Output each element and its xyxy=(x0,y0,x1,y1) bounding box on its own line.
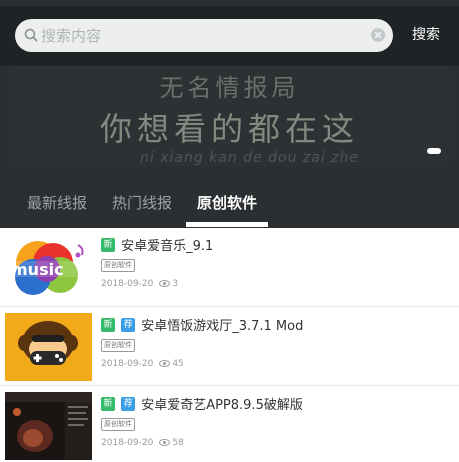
monkey-gamepad-logo-icon xyxy=(5,313,92,381)
item-info: 新 荐 安卓爱奇艺APP8.9.5破解版 原创软件 2018-09-20 58 xyxy=(101,393,303,448)
title-row: 新 荐 安卓悟饭游戏厅_3.7.1 Mod xyxy=(101,314,304,334)
search-bar: 搜索 xyxy=(0,6,459,66)
search-box[interactable] xyxy=(15,19,393,52)
new-badge: 新 xyxy=(101,237,115,252)
tab-indicator xyxy=(186,222,268,227)
item-meta: 2018-09-20 58 xyxy=(101,438,303,448)
header: 搜索 无名情报局 你想看的都在这 ni xiang kan de dou zai… xyxy=(0,0,459,228)
tab-latest[interactable]: 最新线报 xyxy=(27,192,87,213)
banner-page-indicator xyxy=(427,148,441,154)
list-item[interactable]: 新 荐 安卓悟饭游戏厅_3.7.1 Mod 原创软件 2018-09-20 45 xyxy=(0,307,459,386)
banner[interactable]: 无名情报局 你想看的都在这 ni xiang kan de dou zai zh… xyxy=(10,66,449,166)
item-date: 2018-09-20 xyxy=(101,438,154,448)
tab-bar: 最新线报 热门线报 原创软件 xyxy=(0,176,459,228)
eye-icon xyxy=(159,280,171,287)
video-screenshot-icon xyxy=(5,392,92,460)
banner-title: 无名情报局 xyxy=(159,74,300,102)
list-item[interactable]: music 新 安卓爱音乐_9.1 原创软件 2018-09-20 3 xyxy=(0,228,459,307)
eye-icon xyxy=(159,439,171,446)
recommend-badge: 荐 xyxy=(121,396,136,411)
search-input[interactable] xyxy=(41,19,351,52)
item-info: 新 荐 安卓悟饭游戏厅_3.7.1 Mod 原创软件 2018-09-20 45 xyxy=(101,314,303,369)
category-tag: 原创软件 xyxy=(101,418,135,431)
item-views: 3 xyxy=(172,279,179,289)
banner-slogan: 你想看的都在这 xyxy=(99,110,359,148)
recommend-badge: 荐 xyxy=(121,317,136,332)
imusic-logo-icon: music xyxy=(5,233,92,301)
eye-icon xyxy=(159,360,171,367)
item-title: 安卓悟饭游戏厅_3.7.1 Mod xyxy=(141,319,304,334)
new-badge: 新 xyxy=(101,317,115,332)
tab-original-software[interactable]: 原创软件 xyxy=(197,192,257,213)
item-title: 安卓爱音乐_9.1 xyxy=(121,239,214,254)
list-item[interactable]: 新 荐 安卓爱奇艺APP8.9.5破解版 原创软件 2018-09-20 58 xyxy=(0,386,459,462)
item-views: 58 xyxy=(172,438,184,448)
item-date: 2018-09-20 xyxy=(101,359,154,369)
item-meta: 2018-09-20 3 xyxy=(101,279,213,289)
item-views: 45 xyxy=(172,359,184,369)
imusic-logo-text: music xyxy=(11,260,64,279)
banner-pinyin: ni xiang kan de dou zai zhe xyxy=(140,150,360,166)
item-meta: 2018-09-20 45 xyxy=(101,359,303,369)
title-row: 新 荐 安卓爱奇艺APP8.9.5破解版 xyxy=(101,393,303,413)
item-info: 新 安卓爱音乐_9.1 原创软件 2018-09-20 3 xyxy=(101,234,213,289)
item-title: 安卓爱奇艺APP8.9.5破解版 xyxy=(141,398,303,413)
tab-hot[interactable]: 热门线报 xyxy=(112,192,172,213)
item-date: 2018-09-20 xyxy=(101,279,154,289)
clear-icon[interactable] xyxy=(371,28,385,42)
title-row: 新 安卓爱音乐_9.1 xyxy=(101,234,214,254)
category-tag: 原创软件 xyxy=(101,259,135,272)
search-icon xyxy=(24,28,38,42)
new-badge: 新 xyxy=(101,396,115,411)
search-button[interactable]: 搜索 xyxy=(401,19,451,52)
category-tag: 原创软件 xyxy=(101,339,135,352)
